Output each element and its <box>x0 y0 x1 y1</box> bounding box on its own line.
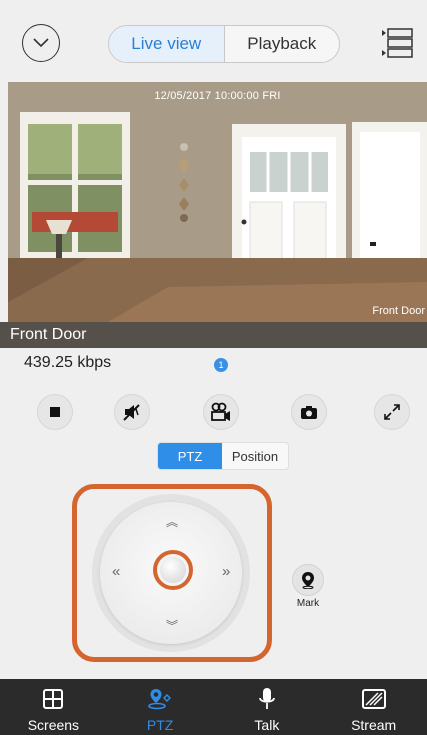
mute-button[interactable] <box>114 394 150 430</box>
fullscreen-icon <box>384 404 400 420</box>
tab-ptz[interactable]: PTZ <box>158 443 222 469</box>
fullscreen-button[interactable] <box>374 394 410 430</box>
bottom-navigation: Screens PTZ Talk Stream <box>0 679 427 735</box>
nav-ptz[interactable]: PTZ <box>107 679 214 735</box>
tab-live-view[interactable]: Live view <box>109 26 225 62</box>
room-scene-image <box>8 82 427 322</box>
joystick-center-knob[interactable] <box>160 557 186 583</box>
mute-icon <box>123 404 140 421</box>
stop-icon <box>50 407 60 417</box>
microphone-icon <box>258 688 275 709</box>
bitrate-value: 439.25 kbps <box>24 354 112 371</box>
ptz-icon <box>148 689 172 710</box>
chevron-down-icon <box>33 38 49 48</box>
screens-icon <box>43 689 64 709</box>
pan-left-arrow-icon[interactable]: « <box>112 564 120 579</box>
top-bar: Live view Playback <box>0 0 427 82</box>
page-indicator-badge[interactable]: 1 <box>214 358 228 372</box>
stream-info-row: 439.25 kbps 1 <box>0 348 427 378</box>
record-icon <box>211 402 230 421</box>
camera-list-button[interactable] <box>379 25 415 61</box>
nav-talk-label: Talk <box>254 717 280 733</box>
camera-name: Front Door <box>0 322 427 348</box>
tab-position[interactable]: Position <box>222 443 288 469</box>
nav-stream[interactable]: Stream <box>320 679 427 735</box>
map-pin-icon <box>302 572 314 589</box>
video-overlay-label: Front Door <box>372 305 425 317</box>
pan-right-arrow-icon[interactable]: » <box>222 564 230 579</box>
camera-list-icon <box>382 28 413 58</box>
stream-icon <box>361 689 386 709</box>
pan-up-arrow-icon[interactable]: ︽ <box>166 516 178 528</box>
nav-talk[interactable]: Talk <box>214 679 321 735</box>
stop-button[interactable] <box>37 394 73 430</box>
view-mode-switch: Live view Playback <box>108 25 340 63</box>
tab-playback[interactable]: Playback <box>225 26 340 62</box>
snapshot-button[interactable] <box>291 394 327 430</box>
ptz-mode-toggle: PTZ Position <box>157 442 289 470</box>
mark-label: Mark <box>296 598 320 609</box>
mark-button[interactable] <box>292 564 324 596</box>
record-button[interactable] <box>203 394 239 430</box>
video-timestamp: 12/05/2017 10:00:00 FRI <box>154 90 281 102</box>
collapse-button[interactable] <box>22 24 60 62</box>
live-video-feed[interactable]: 12/05/2017 10:00:00 FRI Front Door <box>8 82 427 322</box>
nav-stream-label: Stream <box>351 717 397 733</box>
nav-screens-label: Screens <box>27 717 80 733</box>
pan-down-arrow-icon[interactable]: ︾ <box>166 620 178 632</box>
nav-ptz-label: PTZ <box>146 717 174 733</box>
nav-screens[interactable]: Screens <box>0 679 107 735</box>
camera-snapshot-icon <box>301 406 317 419</box>
